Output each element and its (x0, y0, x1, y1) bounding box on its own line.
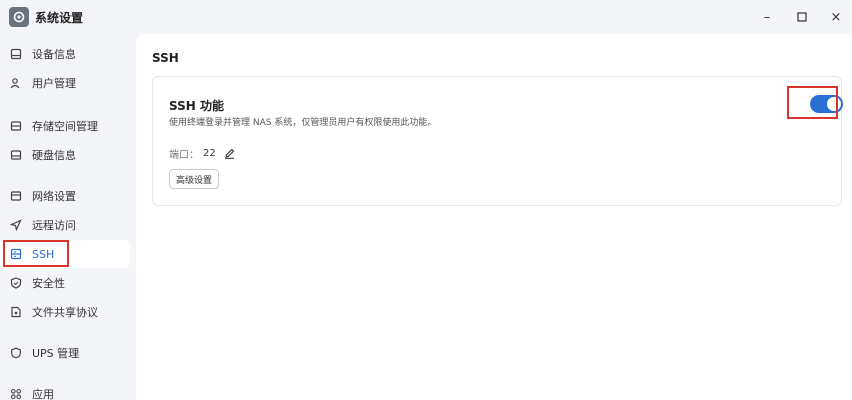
sidebar-item-apps[interactable]: 应用 (0, 380, 130, 400)
ssh-icon (8, 246, 24, 262)
port-row: 端口： 22 (169, 146, 235, 161)
edit-icon[interactable] (224, 148, 235, 159)
file-share-icon (8, 304, 24, 320)
sidebar-item-ssh[interactable]: SSH (0, 240, 130, 268)
storage-icon (8, 118, 24, 134)
sidebar: 设备信息 用户管理 存储空间管理 硬盘信息 网络设置 远程访问 SSH 安全性 … (0, 34, 136, 400)
toggle-knob (827, 97, 841, 111)
remote-icon (8, 217, 24, 233)
ssh-settings-card: SSH 功能 使用终端登录并管理 NAS 系统，仅管理员用户有权限使用此功能。 … (152, 76, 843, 206)
sidebar-item-remote-access[interactable]: 远程访问 (0, 211, 130, 239)
sidebar-item-file-sharing[interactable]: 文件共享协议 (0, 298, 130, 326)
users-icon (8, 75, 24, 91)
port-label: 端口： (169, 150, 199, 161)
sidebar-item-network[interactable]: 网络设置 (0, 182, 130, 210)
shield-icon (8, 275, 24, 291)
sidebar-item-label: 文件共享协议 (32, 306, 98, 319)
sidebar-item-label: 用户管理 (32, 77, 76, 90)
sidebar-item-label: 设备信息 (32, 48, 76, 61)
close-button[interactable]: × (825, 6, 847, 28)
sidebar-item-label: 网络设置 (32, 190, 76, 203)
sidebar-item-label: 应用 (32, 388, 54, 400)
sidebar-item-security[interactable]: 安全性 (0, 269, 130, 297)
sidebar-item-label: 安全性 (32, 277, 65, 290)
page-title: SSH (152, 51, 179, 65)
sidebar-item-label: UPS 管理 (32, 347, 80, 360)
maximize-button[interactable] (791, 6, 813, 28)
sidebar-item-label: 存储空间管理 (32, 120, 98, 133)
network-icon (8, 188, 24, 204)
disk-icon (8, 147, 24, 163)
sidebar-item-label: 硬盘信息 (32, 149, 76, 162)
sidebar-item-device-info[interactable]: 设备信息 (0, 40, 130, 68)
sidebar-item-users[interactable]: 用户管理 (0, 69, 130, 97)
advanced-settings-button[interactable]: 高级设置 (169, 169, 220, 189)
sidebar-item-storage[interactable]: 存储空间管理 (0, 112, 130, 140)
sidebar-item-label: 远程访问 (32, 219, 76, 232)
ssh-toggle-switch[interactable] (810, 95, 843, 113)
card-description: 使用终端登录并管理 NAS 系统，仅管理员用户有权限使用此功能。 (169, 118, 437, 128)
card-title: SSH 功能 (169, 99, 224, 113)
minimize-button[interactable]: – (756, 6, 778, 28)
main-panel: SSH SSH 功能 使用终端登录并管理 NAS 系统，仅管理员用户有权限使用此… (136, 34, 852, 400)
title-bar: 系统设置 – × (0, 0, 852, 34)
sidebar-item-ups[interactable]: UPS 管理 (0, 339, 130, 367)
ups-icon (8, 345, 24, 361)
window-title: 系统设置 (35, 11, 84, 25)
sidebar-item-disk-info[interactable]: 硬盘信息 (0, 141, 130, 169)
maximize-icon (797, 12, 807, 22)
port-value: 22 (203, 148, 216, 159)
settings-app-icon (9, 7, 29, 27)
apps-icon (8, 386, 24, 400)
device-icon (8, 46, 24, 62)
sidebar-item-label: SSH (32, 247, 55, 261)
